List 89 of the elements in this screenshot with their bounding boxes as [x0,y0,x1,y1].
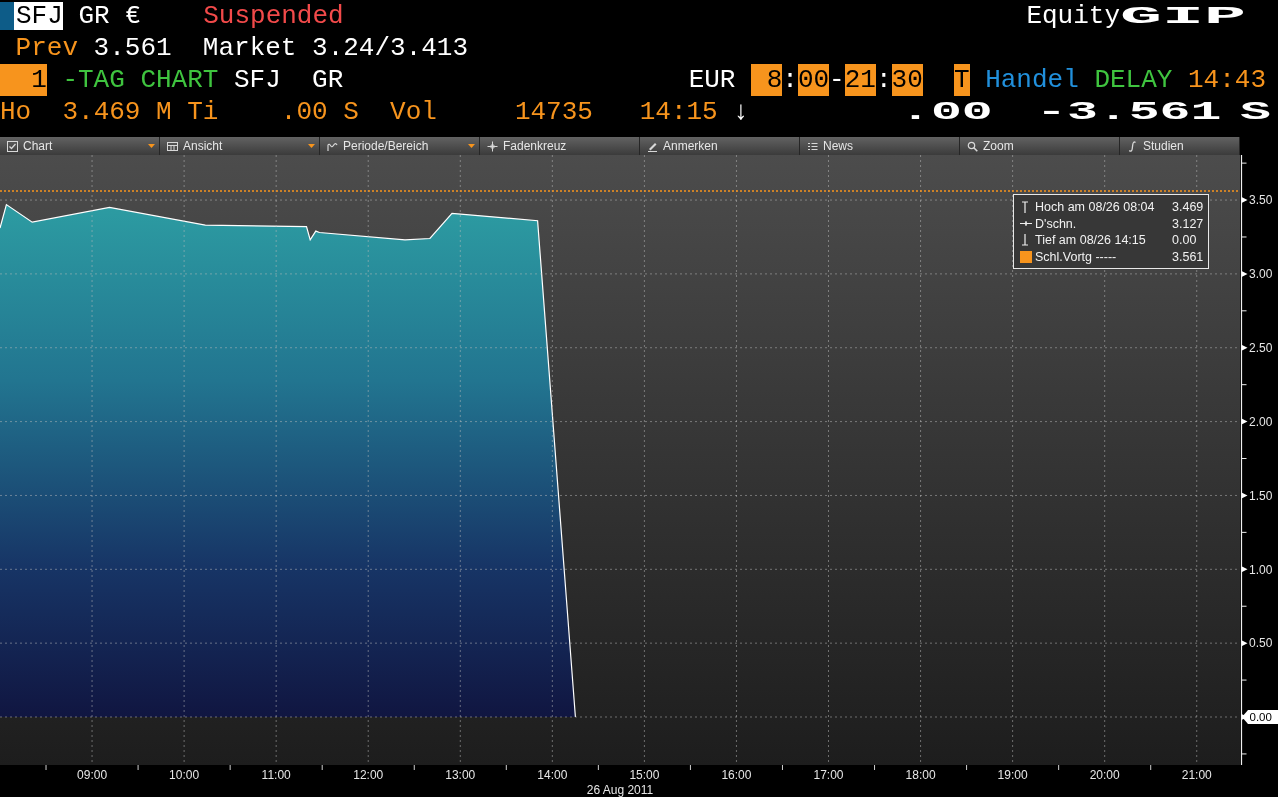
integral-icon [1127,140,1138,152]
grid-icon [167,140,178,152]
volume-label: Vol [390,96,437,128]
volume-value: 14735 [514,96,593,128]
axis-tick-label: 21:00 [1181,768,1212,782]
session-flag: T [953,64,970,96]
ticker-label: SFJ [234,64,281,96]
high-value: 3.469 [62,96,141,128]
toolbar-button[interactable]: Ansicht [160,137,320,155]
t-bar-icon [1020,201,1030,214]
ticker-label: SFJ [0,2,63,30]
trading-hours-text: : [782,64,798,96]
high-suffix-label: M [156,96,172,128]
currency-symbol: € [125,0,141,32]
axis-title: 26 Aug 2011 [586,783,654,797]
axis-tick-label: 1.00 [1249,562,1273,577]
legend-value: 3.561 [1172,249,1204,264]
trading-hours-text: - [829,64,845,96]
page-number: 1 [0,64,47,96]
axis-tick-label: 3.00 [1249,267,1273,282]
y-tick-label: 0.00 [1249,711,1272,724]
pencil-icon [647,140,658,152]
list-icon [807,140,818,152]
time-label: 14:43 [1188,64,1266,96]
axis-tick-label: 19:00 [997,768,1028,782]
trading-hours-text: 00 [797,64,830,96]
legend-label: Hoch am 08/26 08:04 [1035,200,1156,215]
legend-value: 3.469 [1172,200,1204,215]
wave-icon [327,140,338,152]
toolbar-button[interactable]: Studien [1120,137,1240,155]
security-type-label: Equity [1026,0,1120,32]
axis-tick-label: 20:00 [1089,768,1120,782]
axis-tick-label: 14:00 [537,768,568,782]
line-marker-icon [1020,220,1032,228]
axis-tick-label: 2.50 [1249,341,1273,356]
axis-tick-label: 17:00 [813,768,844,782]
market-label: Market [202,32,297,64]
prev-value: 3.561 [93,32,172,64]
currency-label: EUR [688,64,736,96]
chart-title: -TAG CHART [62,64,219,96]
axis-tick-label: 11:00 [261,768,291,782]
toolbar-button[interactable]: Zoom [960,137,1120,155]
toolbar-button[interactable]: Chart [0,137,160,155]
legend-label: D'schn. [1035,216,1078,231]
axis-tick-label: 18:00 [905,768,936,782]
feed-label: DELAY [1094,64,1173,96]
status-label: Suspended [203,0,344,32]
axis-tick-label: 16:00 [721,768,752,782]
axis-tick-label: 13:00 [445,768,476,782]
function-code-label: GIP [1120,5,1246,29]
toolbar-button[interactable]: Anmerken [640,137,800,155]
low-suffix-label: S [343,96,359,128]
crosshair-icon [487,140,498,152]
axis-tick-label: 12:00 [353,768,384,782]
trading-hours-text: : [875,64,892,96]
legend-label: Schl.Vortg ----- [1035,249,1118,264]
trading-hours-text: 21 [844,64,876,96]
direction-arrow: ↓ [733,96,749,128]
toolbar-button[interactable]: News [800,137,960,155]
axis-tick-label: 09:00 [77,768,108,782]
prev-label: Prev [15,32,78,64]
legend-label: Tief am 08/26 14:15 [1035,233,1147,248]
axis-tick-label: 0.50 [1249,636,1273,651]
axis-tick-label: 10:00 [169,768,200,782]
magnifier-icon [967,140,978,152]
last-trade-time: 14:15 [639,96,718,128]
change-suffix-label: S [1239,100,1271,126]
toolbar-button[interactable]: Fadenkreuz [480,137,640,155]
last-value-tag: 0.00 [1242,710,1278,724]
low-label: Ti [187,96,219,128]
low-value: .00 [280,96,328,128]
last-price: .00 [899,100,993,126]
axis-tick-label: 15:00 [629,768,660,782]
axis-tick-label: 3.50 [1249,193,1273,208]
market-value: 3.24/3.413 [312,32,469,64]
tick-box-icon [7,140,18,152]
exchange-label: GR [78,0,110,32]
exchange-label: GR [312,64,344,96]
market-state-label: Handel [985,64,1079,96]
high-label: Ho [0,96,32,128]
legend-value: 0.00 [1172,233,1198,248]
net-change: -3.561 [1035,100,1222,126]
trading-hours-text: 8 [751,64,783,96]
axis-tick-label: 2.00 [1249,414,1273,429]
axis-tick-label: 1.50 [1249,488,1273,503]
legend-value: 3.127 [1172,216,1204,231]
trading-hours-text: 30 [891,64,923,96]
inverted-t-bar-icon [1020,234,1030,247]
toolbar-button[interactable]: Periode/Bereich [320,137,480,155]
